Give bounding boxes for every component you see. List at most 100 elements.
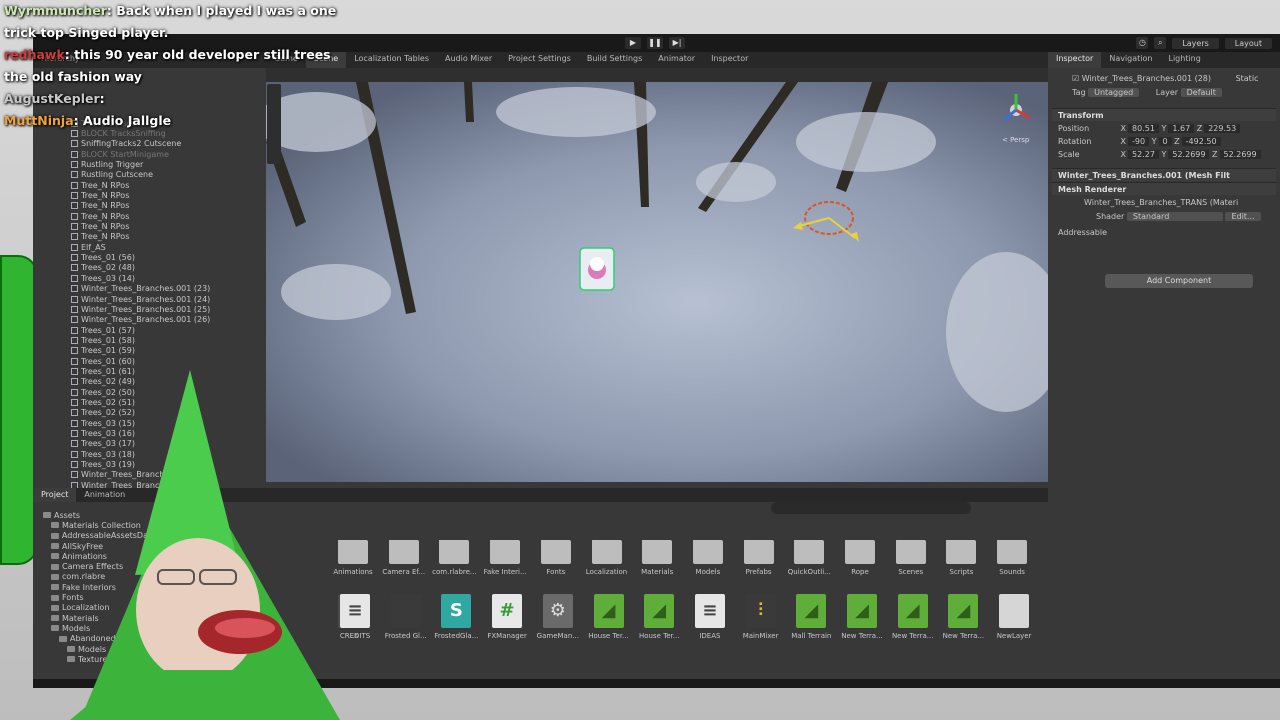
scene-view[interactable]: < Persp bbox=[266, 82, 1048, 482]
layout-dropdown[interactable]: Layout bbox=[1224, 37, 1272, 49]
asset-folder[interactable]: com.rlabre... bbox=[430, 540, 478, 576]
asset-folder[interactable]: Materials bbox=[633, 540, 681, 576]
add-component-button[interactable]: Add Component bbox=[1105, 274, 1253, 288]
asset-item-label: IDEAS bbox=[699, 632, 721, 640]
asset-item[interactable]: ◢ Mall Terrain bbox=[787, 594, 835, 640]
asset-folder[interactable]: QuickOutli... bbox=[785, 540, 833, 576]
folder-icon bbox=[845, 540, 875, 564]
scale-x[interactable]: 52.27 bbox=[1128, 150, 1159, 159]
hierarchy-item[interactable]: Tree_N RPos bbox=[71, 232, 210, 242]
position-x[interactable]: 80.51 bbox=[1128, 124, 1159, 133]
rotation-z[interactable]: -492.50 bbox=[1181, 137, 1221, 146]
asset-folder[interactable]: Scripts bbox=[937, 540, 985, 576]
hierarchy-item[interactable]: Elf_AS bbox=[71, 242, 210, 252]
hierarchy-item[interactable]: Tree_N RPos bbox=[71, 211, 210, 221]
hierarchy-item[interactable]: Winter_Trees_Branches.001 (25) bbox=[71, 304, 210, 314]
hierarchy-item[interactable]: Trees_01 (60) bbox=[71, 356, 210, 366]
position-y[interactable]: 1.67 bbox=[1168, 124, 1195, 133]
hierarchy-item[interactable]: SniffingTracks2 Cutscene bbox=[71, 139, 210, 149]
asset-item[interactable]: ⫶ MainMixer bbox=[737, 594, 785, 640]
asset-folder[interactable]: Models bbox=[684, 540, 732, 576]
shader-label: Shader bbox=[1096, 212, 1125, 221]
asset-folder[interactable]: Fonts bbox=[532, 540, 580, 576]
play-icon[interactable]: ▶ bbox=[625, 37, 641, 49]
hierarchy-item[interactable]: Rustling Cutscene bbox=[71, 170, 210, 180]
addressable-label[interactable]: Addressable bbox=[1058, 228, 1107, 237]
scale-y[interactable]: 52.2699 bbox=[1168, 150, 1210, 159]
move-gizmo-icon[interactable] bbox=[793, 196, 863, 244]
asset-folder[interactable]: Sounds bbox=[988, 540, 1036, 576]
hierarchy-item[interactable]: Trees_02 (48) bbox=[71, 263, 210, 273]
pause-icon[interactable]: ❚❚ bbox=[647, 37, 663, 49]
tab-lighting[interactable]: Lighting bbox=[1160, 52, 1208, 68]
layer-dropdown[interactable]: Default bbox=[1180, 88, 1222, 97]
search-icon[interactable]: ⌕ bbox=[1154, 37, 1167, 49]
shader-dropdown[interactable]: Standard bbox=[1126, 212, 1223, 221]
history-icon[interactable]: ◷ bbox=[1136, 37, 1149, 49]
gameobject-icon bbox=[71, 140, 78, 148]
mesh-filter-header[interactable]: Winter_Trees_Branches.001 (Mesh Filt bbox=[1052, 168, 1276, 181]
tab-inspector[interactable]: Inspector bbox=[703, 52, 756, 68]
transform-header[interactable]: Transform bbox=[1052, 108, 1276, 121]
hierarchy-item[interactable]: Rustling Trigger bbox=[71, 159, 210, 169]
active-checkbox[interactable]: ☑ bbox=[1072, 74, 1079, 83]
asset-item[interactable]: ◢ New Terra... bbox=[838, 594, 886, 640]
asset-folder[interactable]: Prefabs bbox=[735, 540, 783, 576]
character-gizmo-icon[interactable] bbox=[578, 242, 616, 294]
asset-folder[interactable]: Localization bbox=[583, 540, 631, 576]
asset-item[interactable]: ◢ House Ter... bbox=[635, 594, 683, 640]
asset-folder[interactable]: Fake Interi... bbox=[481, 540, 529, 576]
asset-item[interactable]: S FrostedGla... bbox=[432, 594, 480, 640]
hierarchy-item[interactable]: Winter_Trees_Branches.001 (24) bbox=[71, 294, 210, 304]
hierarchy-item[interactable]: Tree_N RPos bbox=[71, 190, 210, 200]
hierarchy-item[interactable]: BLOCK StartMinigame bbox=[71, 149, 210, 159]
hierarchy-item[interactable]: Trees_01 (59) bbox=[71, 346, 210, 356]
position-z[interactable]: 229.53 bbox=[1204, 124, 1241, 133]
project-search-input[interactable] bbox=[771, 502, 971, 514]
tab-project-settings[interactable]: Project Settings bbox=[500, 52, 579, 68]
tab-build-settings[interactable]: Build Settings bbox=[579, 52, 650, 68]
hierarchy-item[interactable]: Trees_01 (58) bbox=[71, 335, 210, 345]
tab-localization-tables[interactable]: Localization Tables bbox=[346, 52, 437, 68]
asset-item[interactable]: ◢ House Ter... bbox=[585, 594, 633, 640]
asset-item[interactable]: ◢ New Terra... bbox=[889, 594, 937, 640]
asset-item[interactable]: ◢ New Terra... bbox=[939, 594, 987, 640]
scene-orientation-gizmo[interactable]: < Persp bbox=[996, 90, 1036, 150]
gameobject-icon bbox=[71, 181, 78, 189]
tab-audio-mixer[interactable]: Audio Mixer bbox=[437, 52, 500, 68]
layers-dropdown[interactable]: Layers bbox=[1172, 37, 1219, 49]
hierarchy-item[interactable]: Tree_N RPos bbox=[71, 180, 210, 190]
hierarchy-item-label: Trees_01 (59) bbox=[81, 346, 135, 356]
mesh-renderer-header[interactable]: Mesh Renderer bbox=[1052, 182, 1276, 195]
asset-item[interactable]: ⚙ GameMan... bbox=[534, 594, 582, 640]
asset-folder[interactable]: Scenes bbox=[887, 540, 935, 576]
tag-dropdown[interactable]: Untagged bbox=[1088, 88, 1140, 97]
tab-animator[interactable]: Animator bbox=[650, 52, 703, 68]
object-name[interactable]: Winter_Trees_Branches.001 (28) bbox=[1082, 74, 1211, 83]
hierarchy-item[interactable]: Tree_N RPos bbox=[71, 201, 210, 211]
hierarchy-item[interactable]: Trees_01 (57) bbox=[71, 325, 210, 335]
folder-icon bbox=[388, 540, 419, 564]
tab-inspector[interactable]: Inspector bbox=[1048, 52, 1102, 68]
asset-folder[interactable]: Camera Ef... bbox=[380, 540, 428, 576]
asset-folder[interactable]: Rope bbox=[836, 540, 884, 576]
material-row[interactable]: Winter_Trees_Branches_TRANS (Materi bbox=[1084, 198, 1238, 207]
rotation-y[interactable]: 0 bbox=[1158, 137, 1172, 146]
hierarchy-item[interactable]: Winter_Trees_Branches.001 (26) bbox=[71, 315, 210, 325]
asset-item[interactable]: ≡ IDEAS bbox=[686, 594, 734, 640]
hierarchy-item[interactable]: Trees_01 (56) bbox=[71, 252, 210, 262]
persp-label[interactable]: < Persp bbox=[1002, 136, 1030, 144]
static-label[interactable]: Static bbox=[1236, 74, 1259, 83]
scale-z[interactable]: 52.2699 bbox=[1219, 150, 1261, 159]
asset-item[interactable]: NewLayer bbox=[990, 594, 1038, 640]
rotation-x[interactable]: -90 bbox=[1128, 137, 1150, 146]
tab-navigation[interactable]: Navigation bbox=[1101, 52, 1160, 68]
asset-item[interactable]: Frosted Gl... bbox=[382, 594, 430, 640]
hierarchy-item[interactable]: Winter_Trees_Branches.001 (23) bbox=[71, 284, 210, 294]
hierarchy-item[interactable]: Trees_03 (14) bbox=[71, 273, 210, 283]
hierarchy-item[interactable]: Tree_N RPos bbox=[71, 221, 210, 231]
asset-item[interactable]: # FXManager bbox=[483, 594, 531, 640]
asset-folder-label: Localization bbox=[585, 568, 628, 576]
step-icon[interactable]: ▶| bbox=[669, 37, 685, 49]
shader-edit-button[interactable]: Edit... bbox=[1225, 212, 1261, 221]
